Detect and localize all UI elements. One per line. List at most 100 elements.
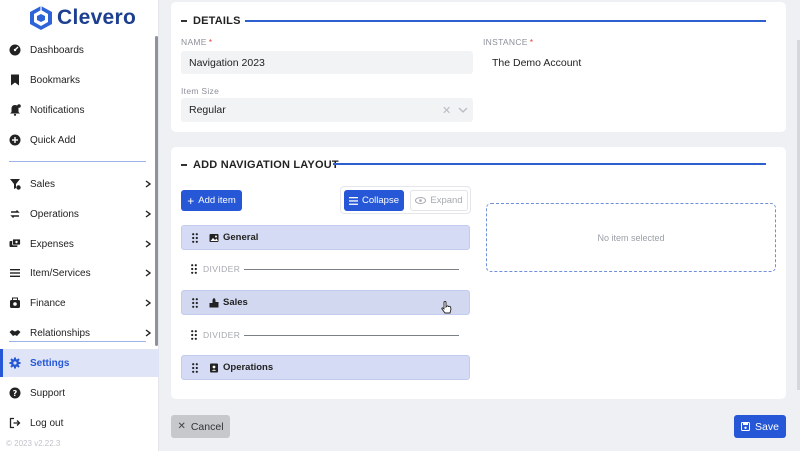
sidebar-item-label: Settings: [30, 357, 70, 369]
layout-title: ADD NAVIGATION LAYOUT: [193, 159, 339, 171]
layout-item-operations[interactable]: Operations: [181, 355, 470, 380]
divider-line: [244, 335, 459, 336]
sidebar-item-item-services[interactable]: Item/Services: [0, 259, 159, 287]
expenses-icon: [9, 238, 21, 247]
help-icon: ?: [9, 387, 21, 399]
save-button[interactable]: Save: [734, 415, 786, 438]
divider-line: [244, 269, 459, 270]
app-name: Clevero: [57, 6, 137, 29]
sales-icon: [10, 179, 21, 190]
sidebar: Clevero Dashboards Bookmarks Notifications…: [0, 0, 159, 451]
layout-item-sales[interactable]: Sales: [181, 290, 470, 315]
sidebar-item-log-out[interactable]: Log out: [0, 409, 159, 437]
item-size-value: Regular: [189, 104, 226, 116]
layout-divider[interactable]: DIVIDER: [181, 325, 470, 345]
list-icon: [349, 196, 359, 205]
image-icon: [209, 234, 219, 242]
sidebar-item-label: Relationships: [30, 327, 91, 339]
instance-value: The Demo Account: [492, 57, 582, 69]
cancel-label: Cancel: [190, 420, 224, 433]
drag-handle-icon[interactable]: [192, 298, 198, 308]
chevron-right-icon: [145, 329, 152, 337]
sidebar-item-operations[interactable]: Operations: [0, 200, 159, 228]
section-line: [245, 20, 766, 22]
close-icon: ✕: [177, 421, 186, 432]
app-version: © 2023 v2.22.3: [6, 439, 61, 448]
expand-button[interactable]: Expand: [410, 190, 468, 211]
sidebar-item-finance[interactable]: Finance: [0, 289, 159, 317]
chevron-down-icon[interactable]: [458, 107, 468, 113]
layout-divider[interactable]: DIVIDER: [181, 259, 470, 279]
svg-text:?: ?: [13, 389, 18, 398]
drag-handle-icon[interactable]: [192, 363, 198, 373]
sales-chart-icon: [209, 298, 219, 308]
sidebar-item-label: Notifications: [30, 104, 85, 116]
collapse-label: Collapse: [362, 195, 399, 206]
hand-cursor-icon: [441, 301, 452, 314]
sidebar-divider: [9, 341, 146, 342]
sidebar-item-dashboards[interactable]: Dashboards: [0, 36, 159, 64]
gear-icon: [9, 357, 21, 369]
chevron-right-icon: [145, 269, 152, 277]
add-item-label: Add item: [198, 195, 236, 206]
divider-label: DIVIDER: [203, 330, 241, 340]
logo-cube-icon: [30, 6, 52, 30]
name-field[interactable]: Navigation 2023: [181, 51, 473, 74]
sidebar-item-label: Sales: [30, 178, 56, 190]
logo[interactable]: Clevero: [28, 4, 136, 32]
sidebar-item-bookmarks[interactable]: Bookmarks: [0, 66, 159, 94]
drag-handle-icon[interactable]: [191, 264, 197, 274]
sidebar-scrollbar[interactable]: [155, 36, 158, 346]
operations-icon: [10, 210, 20, 218]
chevron-right-icon: [145, 240, 152, 248]
details-header: DETAILS: [181, 15, 241, 27]
save-icon: [741, 422, 751, 431]
eye-icon: [415, 197, 427, 204]
clear-icon[interactable]: ✕: [442, 104, 451, 117]
item-detail-panel: No item selected: [486, 203, 776, 272]
sidebar-item-label: Operations: [30, 208, 79, 220]
sidebar-item-label: Quick Add: [30, 134, 76, 146]
layout-item-label: General: [223, 232, 259, 243]
details-title: DETAILS: [193, 15, 241, 27]
sidebar-item-label: Support: [30, 387, 66, 399]
sidebar-item-expenses[interactable]: Expenses: [0, 230, 159, 258]
sidebar-divider: [9, 161, 146, 162]
expand-label: Expand: [430, 195, 463, 206]
chevron-right-icon: [145, 299, 152, 307]
sidebar-item-sales[interactable]: Sales: [0, 170, 159, 198]
section-line: [333, 163, 766, 165]
item-size-select[interactable]: Regular ✕: [181, 98, 473, 122]
save-label: Save: [755, 420, 779, 433]
collapse-button[interactable]: Collapse: [344, 190, 404, 211]
sidebar-item-label: Finance: [30, 297, 66, 309]
cancel-button[interactable]: ✕ Cancel: [171, 415, 230, 438]
name-label: NAME *: [181, 37, 213, 47]
finance-icon: [10, 297, 20, 308]
dashboard-icon: [9, 44, 21, 56]
item-size-label: Item Size: [181, 86, 220, 96]
logout-icon: [9, 417, 21, 429]
sidebar-item-label: Bookmarks: [30, 74, 81, 86]
contact-book-icon: [210, 363, 218, 373]
add-item-button[interactable]: + Add item: [181, 190, 242, 211]
layout-header: ADD NAVIGATION LAYOUT: [181, 159, 339, 171]
sidebar-item-label: Expenses: [30, 238, 74, 250]
layout-item-label: Operations: [223, 362, 274, 373]
handshake-icon: [9, 330, 21, 336]
sidebar-item-support[interactable]: ? Support: [0, 379, 159, 407]
chevron-right-icon: [145, 210, 152, 218]
plus-icon: +: [187, 193, 195, 208]
divider-label: DIVIDER: [203, 264, 241, 274]
bookmark-icon: [11, 74, 19, 86]
drag-handle-icon[interactable]: [192, 233, 198, 243]
sidebar-item-quick-add[interactable]: Quick Add: [0, 126, 159, 154]
sidebar-item-relationships[interactable]: Relationships: [0, 319, 159, 347]
layout-item-general[interactable]: General: [181, 225, 470, 250]
sidebar-item-notifications[interactable]: Notifications: [0, 96, 159, 124]
details-card: DETAILS NAME * Navigation 2023 INSTANCE * …: [171, 2, 786, 132]
list-icon: [10, 269, 20, 277]
chevron-right-icon: [145, 180, 152, 188]
sidebar-item-settings[interactable]: Settings: [0, 349, 159, 377]
drag-handle-icon[interactable]: [191, 330, 197, 340]
